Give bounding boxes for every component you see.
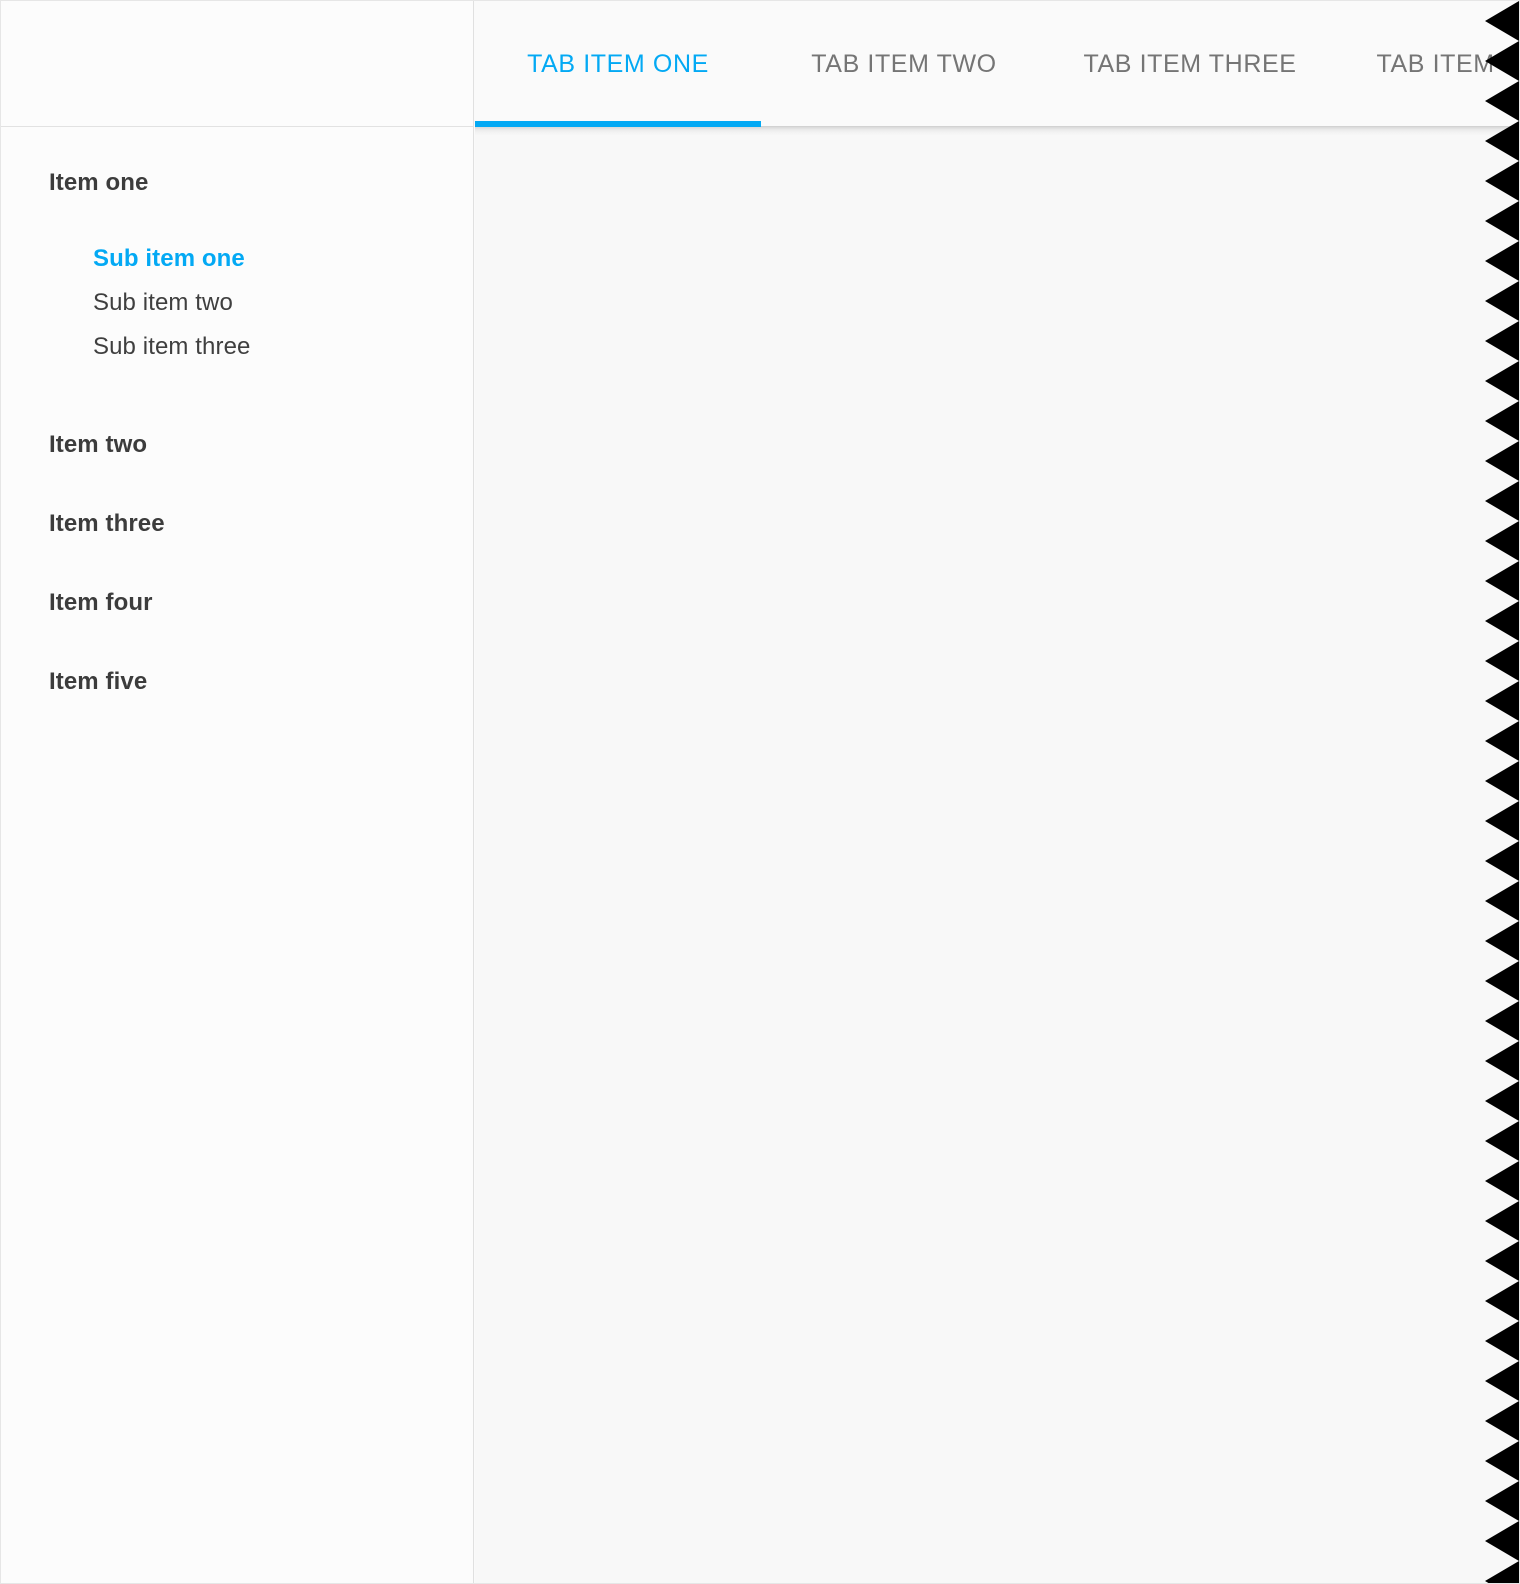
sidebar-group-item-one: Item one Sub item one Sub item two Sub i… bbox=[1, 161, 473, 387]
sidebar-sublist-item-one: Sub item one Sub item two Sub item three bbox=[1, 205, 473, 387]
sidebar-item-item-one[interactable]: Item one bbox=[1, 161, 473, 205]
sidebar-header bbox=[1, 1, 473, 127]
sidebar-item-item-three[interactable]: Item three bbox=[1, 502, 473, 546]
tab-item-three[interactable]: TAB ITEM THREE bbox=[1047, 1, 1333, 127]
tab-item-four-label: TAB ITEM FOUR bbox=[1376, 49, 1520, 78]
sidebar-subitem-sub-item-one[interactable]: Sub item one bbox=[1, 237, 473, 281]
tab-item-three-label: TAB ITEM THREE bbox=[1083, 49, 1297, 78]
content-area: TAB ITEM ONE TAB ITEM TWO TAB ITEM THREE… bbox=[475, 1, 1519, 1583]
tab-item-two-label: TAB ITEM TWO bbox=[811, 49, 997, 78]
app-root: Item one Sub item one Sub item two Sub i… bbox=[0, 0, 1520, 1584]
sidebar-item-item-five[interactable]: Item five bbox=[1, 660, 473, 704]
sidebar-nav: Item one Sub item one Sub item two Sub i… bbox=[1, 127, 473, 704]
tab-bar: TAB ITEM ONE TAB ITEM TWO TAB ITEM THREE… bbox=[475, 1, 1519, 127]
tab-item-four[interactable]: TAB ITEM FOUR bbox=[1333, 1, 1520, 127]
sidebar-item-item-two[interactable]: Item two bbox=[1, 423, 473, 467]
active-tab-indicator bbox=[475, 121, 761, 127]
tab-item-one-label: TAB ITEM ONE bbox=[527, 49, 709, 78]
sidebar: Item one Sub item one Sub item two Sub i… bbox=[1, 1, 474, 1583]
sidebar-item-item-four[interactable]: Item four bbox=[1, 581, 473, 625]
tab-item-one[interactable]: TAB ITEM ONE bbox=[475, 1, 761, 127]
sidebar-subitem-sub-item-three[interactable]: Sub item three bbox=[1, 325, 473, 369]
tab-item-two[interactable]: TAB ITEM TWO bbox=[761, 1, 1047, 127]
tab-panel-item-one bbox=[475, 128, 1519, 1583]
sidebar-subitem-sub-item-two[interactable]: Sub item two bbox=[1, 281, 473, 325]
